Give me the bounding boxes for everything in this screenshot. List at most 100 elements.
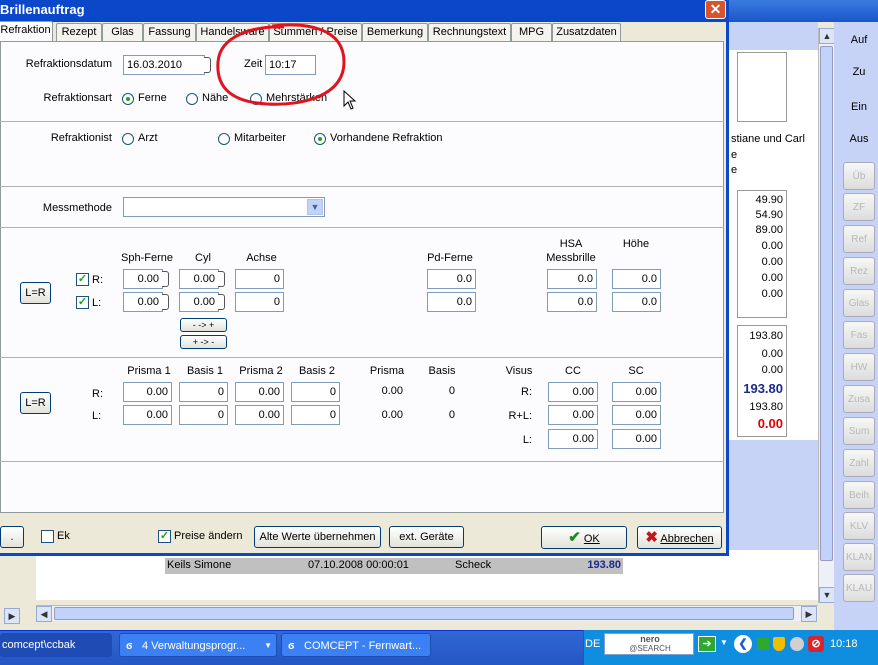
cyl-l-field[interactable]: 0.00 [179, 292, 219, 312]
taskbar-item-comcept[interactable]: ϭ COMCEPT - Fernwart... [281, 633, 431, 657]
sph-l-field[interactable]: 0.00 [123, 292, 163, 312]
visus-sc-rl-field[interactable]: 0.00 [612, 405, 661, 425]
lr-copy-button[interactable]: L=R [20, 282, 51, 304]
radio-ferne[interactable] [122, 93, 134, 105]
scroll-thumb[interactable] [820, 46, 833, 561]
taskbar-item-ccbak[interactable]: comcept\ccbak [0, 633, 112, 657]
messmethode-select[interactable]: ▼ [123, 197, 325, 217]
hoehe-l-field[interactable]: 0.0 [612, 292, 661, 312]
language-indicator[interactable]: DE [585, 638, 600, 650]
tab-glas[interactable]: Glas [102, 23, 143, 41]
basis1-l-field[interactable]: 0 [179, 405, 228, 425]
prisma2-l-field[interactable]: 0.00 [235, 405, 284, 425]
pd-l-field[interactable]: 0.0 [427, 292, 476, 312]
radio-arzt[interactable] [122, 133, 134, 145]
vertical-scrollbar[interactable]: ▲ ▼ [818, 28, 835, 603]
toolbar-button-aus[interactable]: Aus [843, 133, 875, 145]
alte-werte-button[interactable]: Alte Werte übernehmen [254, 526, 381, 548]
header-achse: Achse [246, 252, 277, 264]
scroll-right-icon[interactable]: ▶ [801, 606, 817, 622]
toolbar-button-auf[interactable]: Auf [843, 34, 875, 46]
hoehe-r-field[interactable]: 0.0 [612, 269, 661, 289]
hsa-r-field[interactable]: 0.0 [547, 269, 597, 289]
checkbox-l[interactable]: ✓ [76, 296, 89, 309]
cyl-l-spinner[interactable] [218, 294, 225, 310]
toolbar-button: KLAN [843, 543, 875, 571]
abbrechen-button[interactable]: ✖ Abbrechen [637, 526, 722, 549]
radio-vorhandene-refraktion-label[interactable]: Vorhandene Refraktion [330, 132, 443, 144]
prisma2-r-field[interactable]: 0.00 [235, 382, 284, 402]
radio-mitarbeiter[interactable] [218, 133, 230, 145]
toolbar-button-ein[interactable]: Ein [843, 101, 875, 113]
sph-r-field[interactable]: 0.00 [123, 269, 163, 289]
chevron-down-icon[interactable]: ▼ [307, 199, 323, 215]
row-amount: 193.80 [587, 559, 621, 571]
chevron-down-icon[interactable]: ▼ [720, 638, 728, 647]
tab-fassung[interactable]: Fassung [143, 23, 196, 41]
ext-geraete-button[interactable]: ext. Geräte [389, 526, 464, 548]
radio-arzt-label[interactable]: Arzt [138, 132, 158, 144]
scroll-down-icon[interactable]: ▼ [819, 587, 835, 603]
checkbox-r[interactable]: ✓ [76, 273, 89, 286]
taskbar-item-verwaltung[interactable]: ϭ 4 Verwaltungsprogr... ▼ [119, 633, 277, 657]
visus-sc-l-field[interactable]: 0.00 [612, 429, 661, 449]
amount-value: 54.90 [755, 209, 783, 221]
nero-search-box[interactable]: nero @SEARCH [604, 633, 694, 655]
radio-naehe[interactable] [186, 93, 198, 105]
section-divider [0, 357, 724, 358]
preise-aendern-checkbox[interactable]: ✓ [158, 530, 171, 543]
refraktionsdatum-field[interactable]: 16.03.2010 [123, 55, 205, 75]
volume-icon[interactable] [790, 637, 804, 651]
basis2-r-field[interactable]: 0 [291, 382, 340, 402]
tab-zusatzdaten[interactable]: Zusatzdaten [552, 23, 621, 41]
hsa-l-field[interactable]: 0.0 [547, 292, 597, 312]
basis2-l-field[interactable]: 0 [291, 405, 340, 425]
total-value: 0.00 [761, 348, 783, 360]
achse-r-field[interactable]: 0 [235, 269, 284, 289]
visus-cc-l-field[interactable]: 0.00 [548, 429, 598, 449]
tab-bemerkung[interactable]: Bemerkung [362, 23, 428, 41]
header-sph-ferne: Sph-Ferne [121, 252, 173, 264]
app-tray-icon[interactable]: ⊘ [808, 636, 824, 652]
ok-button[interactable]: ✔ OK [541, 526, 627, 549]
cyl-r-spinner[interactable] [218, 271, 225, 287]
toolbar-button-zu[interactable]: Zu [843, 66, 875, 78]
achse-l-field[interactable]: 0 [235, 292, 284, 312]
tab-rechnungstext[interactable]: Rechnungstext [428, 23, 511, 41]
visus-cc-r-field[interactable]: 0.00 [548, 382, 598, 402]
dot-button[interactable]: . [0, 526, 24, 548]
close-icon[interactable]: ✕ [705, 0, 726, 19]
scroll-thumb[interactable] [54, 607, 794, 620]
go-arrow-icon[interactable]: ➔ [698, 636, 716, 652]
network-icon[interactable] [757, 638, 769, 650]
sph-r-spinner[interactable] [162, 271, 169, 287]
customer-name-text: stiane und Carl [731, 133, 805, 145]
security-shield-icon[interactable] [773, 637, 785, 651]
tray-expand-icon[interactable]: ❮ [734, 635, 752, 653]
visus-sc-r-field[interactable]: 0.00 [612, 382, 661, 402]
ek-checkbox[interactable] [41, 530, 54, 543]
cyl-r-field[interactable]: 0.00 [179, 269, 219, 289]
transpose-minus-plus-button[interactable]: - -> + [180, 318, 227, 332]
lr-copy-prisma-button[interactable]: L=R [20, 392, 51, 414]
tab-mpg[interactable]: MPG [511, 23, 552, 41]
basis1-r-field[interactable]: 0 [179, 382, 228, 402]
grand-total-value: 193.80 [743, 381, 783, 396]
visus-cc-rl-field[interactable]: 0.00 [548, 405, 598, 425]
transpose-plus-minus-button[interactable]: + -> - [180, 335, 227, 349]
radio-ferne-label[interactable]: Ferne [138, 92, 167, 104]
pd-r-field[interactable]: 0.0 [427, 269, 476, 289]
prisma1-l-field[interactable]: 0.00 [123, 405, 172, 425]
table-row[interactable]: Keils Simone 07.10.2008 00:00:01 Scheck … [165, 558, 623, 574]
scroll-right-icon[interactable]: ▶ [4, 608, 20, 624]
sph-l-spinner[interactable] [162, 294, 169, 310]
prisma1-r-field[interactable]: 0.00 [123, 382, 172, 402]
horizontal-scrollbar[interactable]: ◀ ▶ [36, 605, 818, 622]
date-spinner[interactable] [204, 57, 211, 73]
scroll-up-icon[interactable]: ▲ [819, 28, 835, 44]
scroll-left-icon[interactable]: ◀ [36, 606, 52, 622]
tab-refraktion[interactable]: Refraktion [0, 21, 53, 42]
radio-vorhandene-refraktion[interactable] [314, 133, 326, 145]
radio-mitarbeiter-label[interactable]: Mitarbeiter [234, 132, 286, 144]
tab-rezept[interactable]: Rezept [56, 23, 102, 41]
